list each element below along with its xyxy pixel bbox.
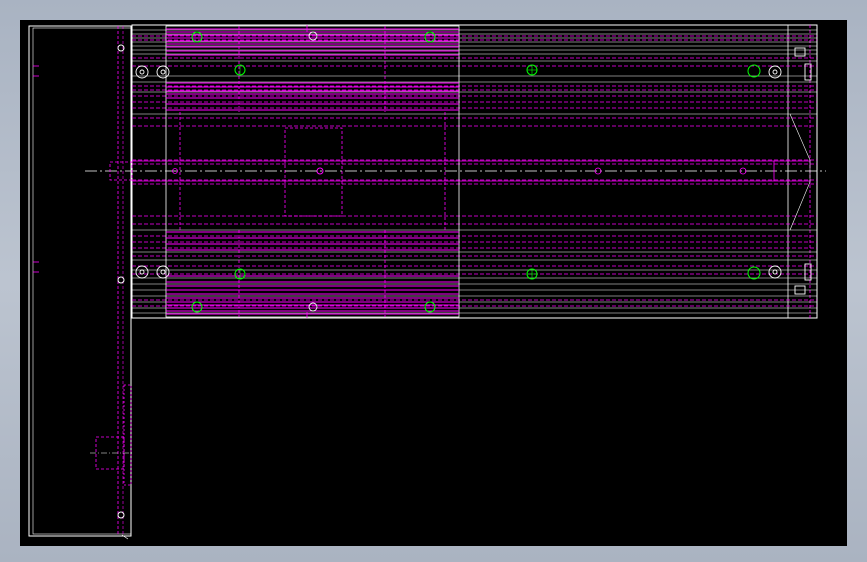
- side-motor-flange: [123, 384, 132, 486]
- carriage-hatch-top: [166, 28, 459, 111]
- green-fastener-crosshairs: [239, 65, 537, 279]
- side-hole-mid: [117, 276, 125, 284]
- hidden-bands-bottom: [132, 179, 817, 307]
- top-view: [85, 24, 826, 319]
- rails-top: [132, 29, 817, 115]
- side-hole-bottom: [117, 511, 125, 519]
- end-cap-bevel: [789, 113, 811, 231]
- side-view-outline: [28, 25, 132, 537]
- cad-viewport[interactable]: [20, 20, 847, 546]
- nut-housing: [284, 127, 343, 217]
- side-view: [28, 25, 132, 540]
- cad-drawing: [28, 24, 826, 540]
- carriage-hatch-bottom: [166, 231, 459, 315]
- carriage-block: [165, 25, 460, 318]
- carriage-vertical-hidden: [179, 26, 446, 317]
- rails-bottom: [132, 229, 817, 314]
- side-view-inner-outline: [32, 27, 132, 535]
